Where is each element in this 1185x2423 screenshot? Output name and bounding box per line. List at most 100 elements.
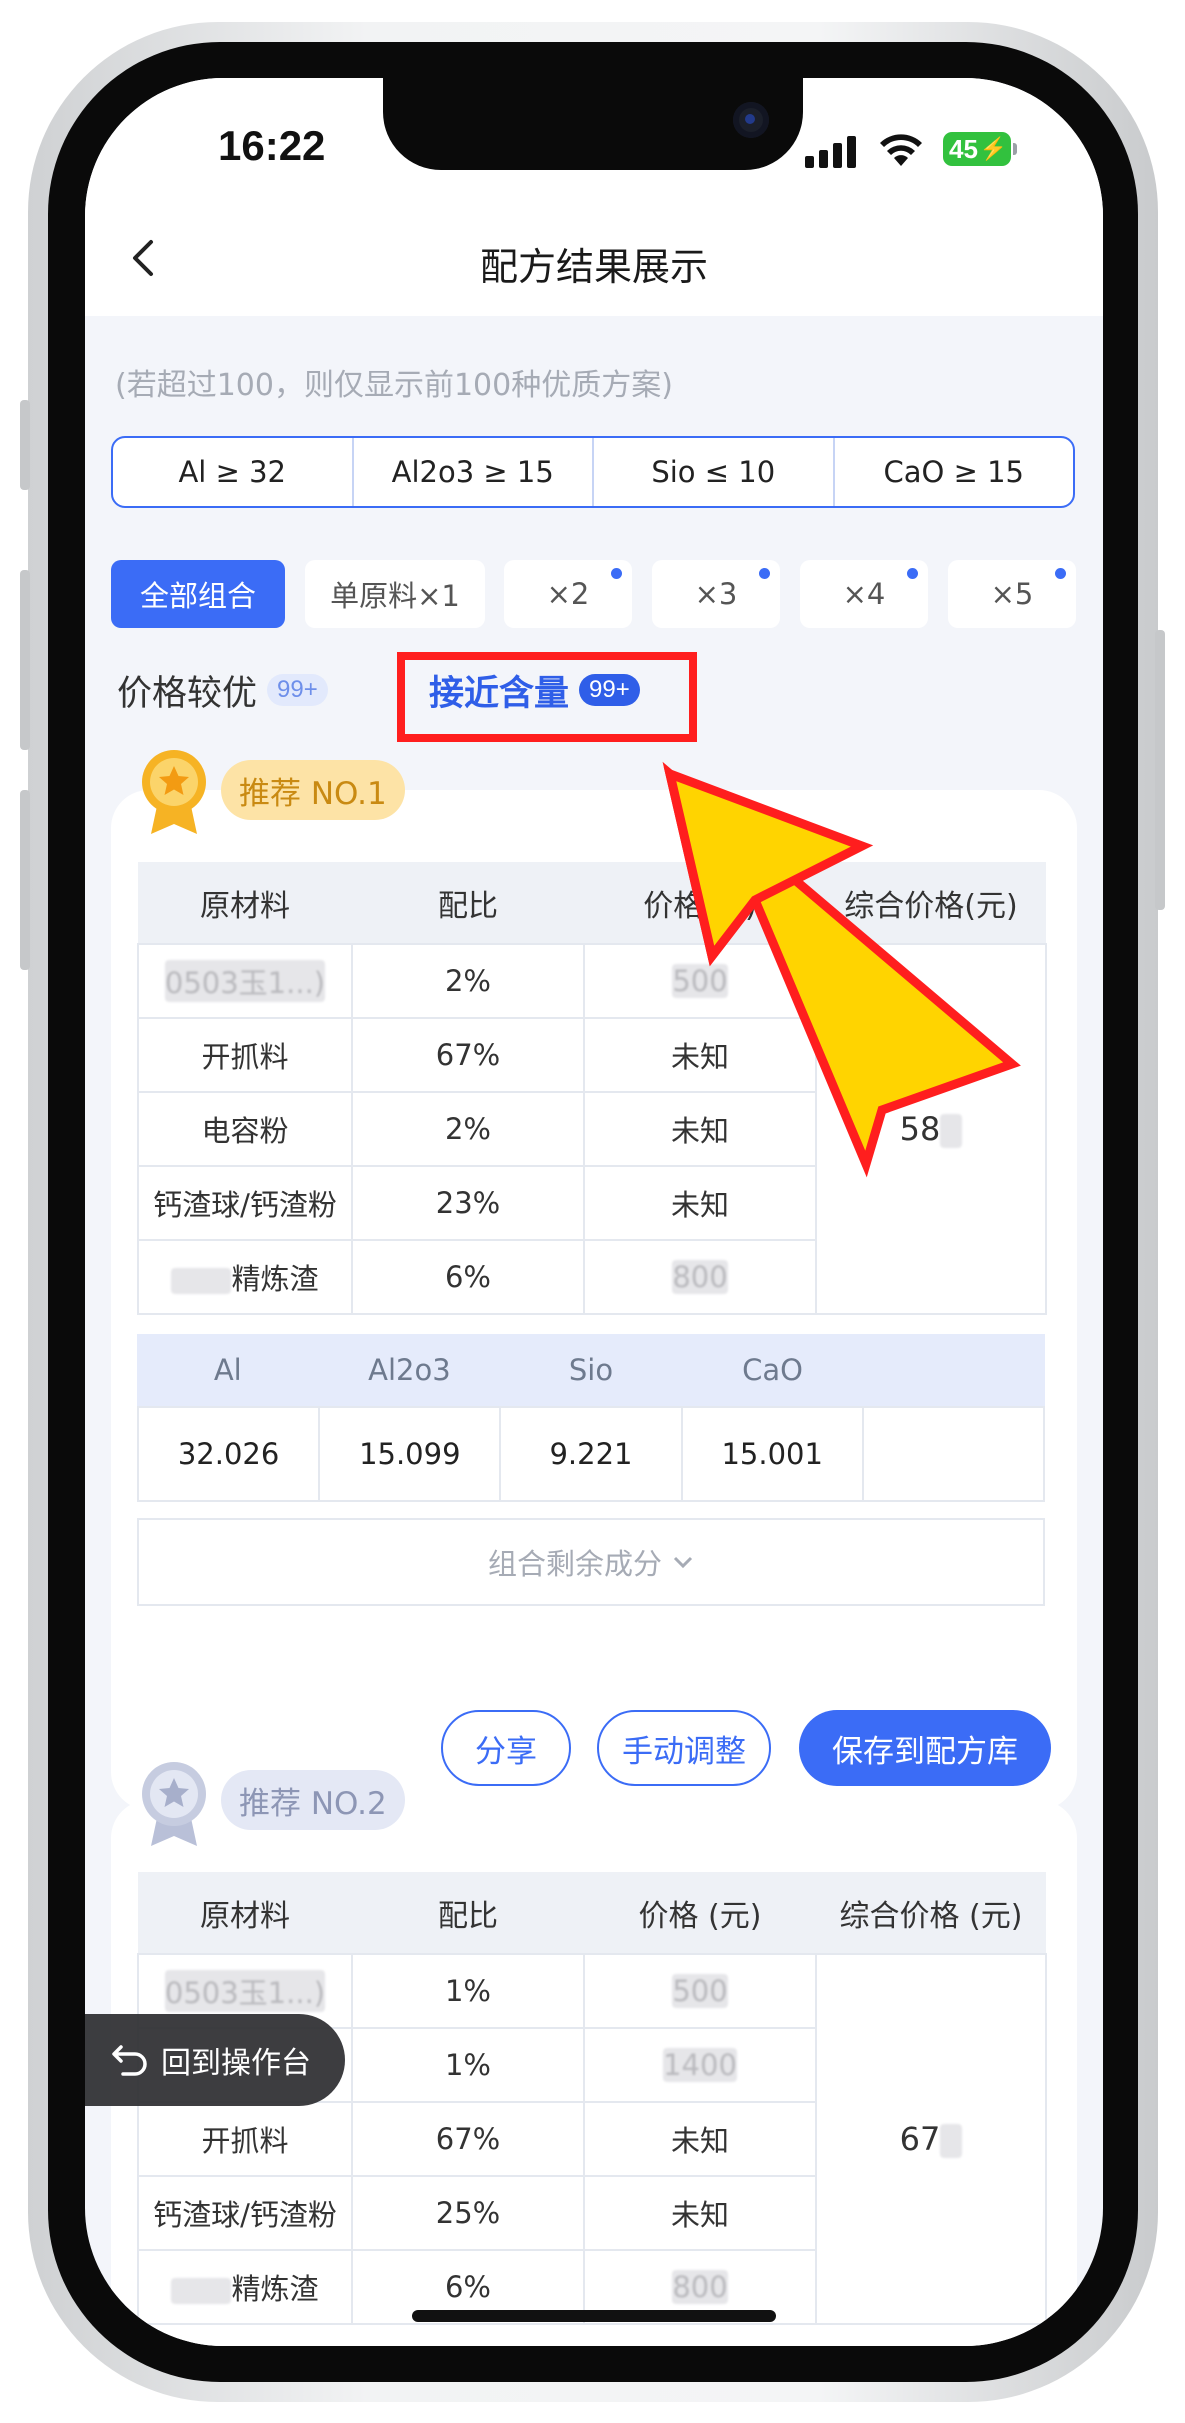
filter-x2[interactable]: ×2 (504, 560, 632, 628)
material-blur (171, 2278, 232, 2304)
material-name: 钙渣球/钙渣粉 (137, 2175, 353, 2251)
new-dot-icon (611, 568, 622, 579)
ratio-value: 25% (351, 2175, 585, 2251)
status-time: 16:22 (218, 122, 326, 169)
wifi-icon (880, 134, 922, 166)
price-value: 800 (583, 1239, 817, 1315)
back-to-console-label: 回到操作台 (161, 2046, 311, 2081)
phone-power-button (1155, 630, 1165, 910)
comp-head-sio: Sio (568, 1353, 614, 1387)
app-screen: 16:22 45 ⚡ 配方结果展示 (若超过100，则仅显示前100种优质方案) … (85, 78, 1103, 2346)
filter-x3[interactable]: ×3 (652, 560, 780, 628)
page-title: 配方结果展示 (479, 245, 708, 289)
new-dot-icon (1055, 568, 1066, 579)
total-price-text: 58 (899, 1110, 941, 1148)
condition-sio: Sio ≤ 10 (594, 438, 835, 506)
condition-al: Al ≥ 32 (113, 438, 354, 506)
price-text: 1400 (663, 2048, 737, 2082)
gold-medal-icon (142, 750, 206, 834)
col-ratio: 配比 (352, 1872, 584, 1954)
price-value: 未知 (583, 2175, 817, 2251)
material-name: 0503玉1...) (137, 943, 353, 1019)
ratio-value: 6% (351, 1239, 585, 1315)
remaining-composition-toggle[interactable]: 组合剩余成分 (137, 1518, 1045, 1606)
material-name: 电容粉 (137, 1091, 353, 1167)
material-blur (171, 1268, 232, 1294)
result-limit-hint: (若超过100，则仅显示前100种优质方案) (115, 368, 673, 403)
col-price: 价格(元) (584, 862, 816, 944)
filter-single-material[interactable]: 单原料×1 (305, 560, 485, 628)
manual-adjust-button[interactable]: 手动调整 (597, 1710, 771, 1786)
rank-1-tag: 推荐 NO.1 (221, 760, 405, 820)
comp-val-al: 32.026 (139, 1408, 321, 1500)
total-blur (940, 2124, 963, 2158)
battery-level: 45 (949, 133, 978, 164)
phone-volume-up (20, 570, 30, 750)
share-button[interactable]: 分享 (441, 1710, 571, 1786)
ratio-value: 23% (351, 1165, 585, 1241)
new-dot-icon (759, 568, 770, 579)
price-value: 未知 (583, 1165, 817, 1241)
material-name-text: 精炼渣 (231, 2272, 319, 2306)
filter-x3-label: ×3 (694, 577, 738, 611)
chevron-down-icon (673, 1556, 693, 1569)
ratio-value: 67% (351, 2101, 585, 2177)
return-arrow-icon (112, 2045, 147, 2076)
total-price: 58 (815, 943, 1047, 1315)
new-dot-icon (907, 568, 918, 579)
filter-x2-label: ×2 (546, 577, 590, 611)
price-text: 500 (672, 964, 728, 998)
col-price: 价格 (元) (584, 1872, 816, 1954)
filter-x5-label: ×5 (990, 577, 1034, 611)
filter-all-combinations[interactable]: 全部组合 (111, 560, 285, 628)
ratio-value: 67% (351, 1017, 585, 1093)
ratio-value: 2% (351, 943, 585, 1019)
material-name: 精炼渣 (137, 2249, 353, 2325)
price-text: 800 (672, 1260, 728, 1294)
save-to-library-button[interactable]: 保存到配方库 (799, 1710, 1051, 1786)
filter-x4[interactable]: ×4 (800, 560, 928, 628)
col-ratio: 配比 (352, 862, 584, 944)
battery-icon: 45 ⚡ (943, 132, 1017, 166)
composition-values: 32.026 15.099 9.221 15.001 (137, 1406, 1045, 1502)
price-text: 500 (672, 1974, 728, 2008)
comp-val-cao: 15.001 (683, 1408, 864, 1500)
total-price: 67 (815, 1953, 1047, 2325)
price-value: 未知 (583, 1091, 817, 1167)
total-price-text: 67 (899, 2120, 941, 2158)
filter-x5[interactable]: ×5 (948, 560, 1076, 628)
tab-price-label: 价格较优 (117, 673, 258, 714)
col-total-price: 综合价格(元) (816, 862, 1046, 944)
price-value: 未知 (583, 2101, 817, 2177)
ratio-value: 1% (351, 2027, 585, 2103)
condition-bar: Al ≥ 32 Al2o3 ≥ 15 Sio ≤ 10 CaO ≥ 15 (111, 436, 1075, 508)
rank-2-tag: 推荐 NO.2 (221, 1770, 405, 1830)
material-name: 钙渣球/钙渣粉 (137, 1165, 353, 1241)
phone-mute-switch (20, 400, 30, 490)
phone-volume-down (20, 790, 30, 970)
nav-bar: 配方结果展示 (85, 198, 1103, 316)
back-to-console-button[interactable]: 回到操作台 (85, 2014, 345, 2106)
price-text: 800 (672, 2270, 728, 2304)
cellular-signal-icon (805, 136, 857, 168)
comp-head-al2o3: Al2o3 (368, 1353, 451, 1387)
front-camera-icon (733, 102, 769, 138)
comp-val-empty (864, 1408, 1043, 1500)
highlight-box (397, 652, 697, 742)
material-name: 精炼渣 (137, 1239, 353, 1315)
ratio-value: 2% (351, 1091, 585, 1167)
home-indicator (412, 2310, 776, 2322)
combination-filter: 全部组合 单原料×1 ×2 ×3 ×4 ×5 (111, 560, 1081, 628)
condition-cao: CaO ≥ 15 (883, 455, 1024, 489)
composition-header: Al Al2o3 Sio CaO (137, 1334, 1045, 1406)
comp-val-sio: 9.221 (501, 1408, 683, 1500)
comp-head-empty (863, 1334, 1045, 1406)
total-blur (940, 1114, 963, 1148)
filter-x4-label: ×4 (842, 577, 886, 611)
table-row: 0503玉1...) 2% 500 58 (137, 943, 1047, 1315)
material-name-text: 0503玉1...) (164, 960, 326, 1002)
tab-price-better[interactable]: 价格较优 99+ (117, 650, 328, 730)
comp-val-al2o3: 15.099 (320, 1408, 502, 1500)
col-material: 原材料 (138, 862, 352, 944)
price-value: 1400 (583, 2027, 817, 2103)
